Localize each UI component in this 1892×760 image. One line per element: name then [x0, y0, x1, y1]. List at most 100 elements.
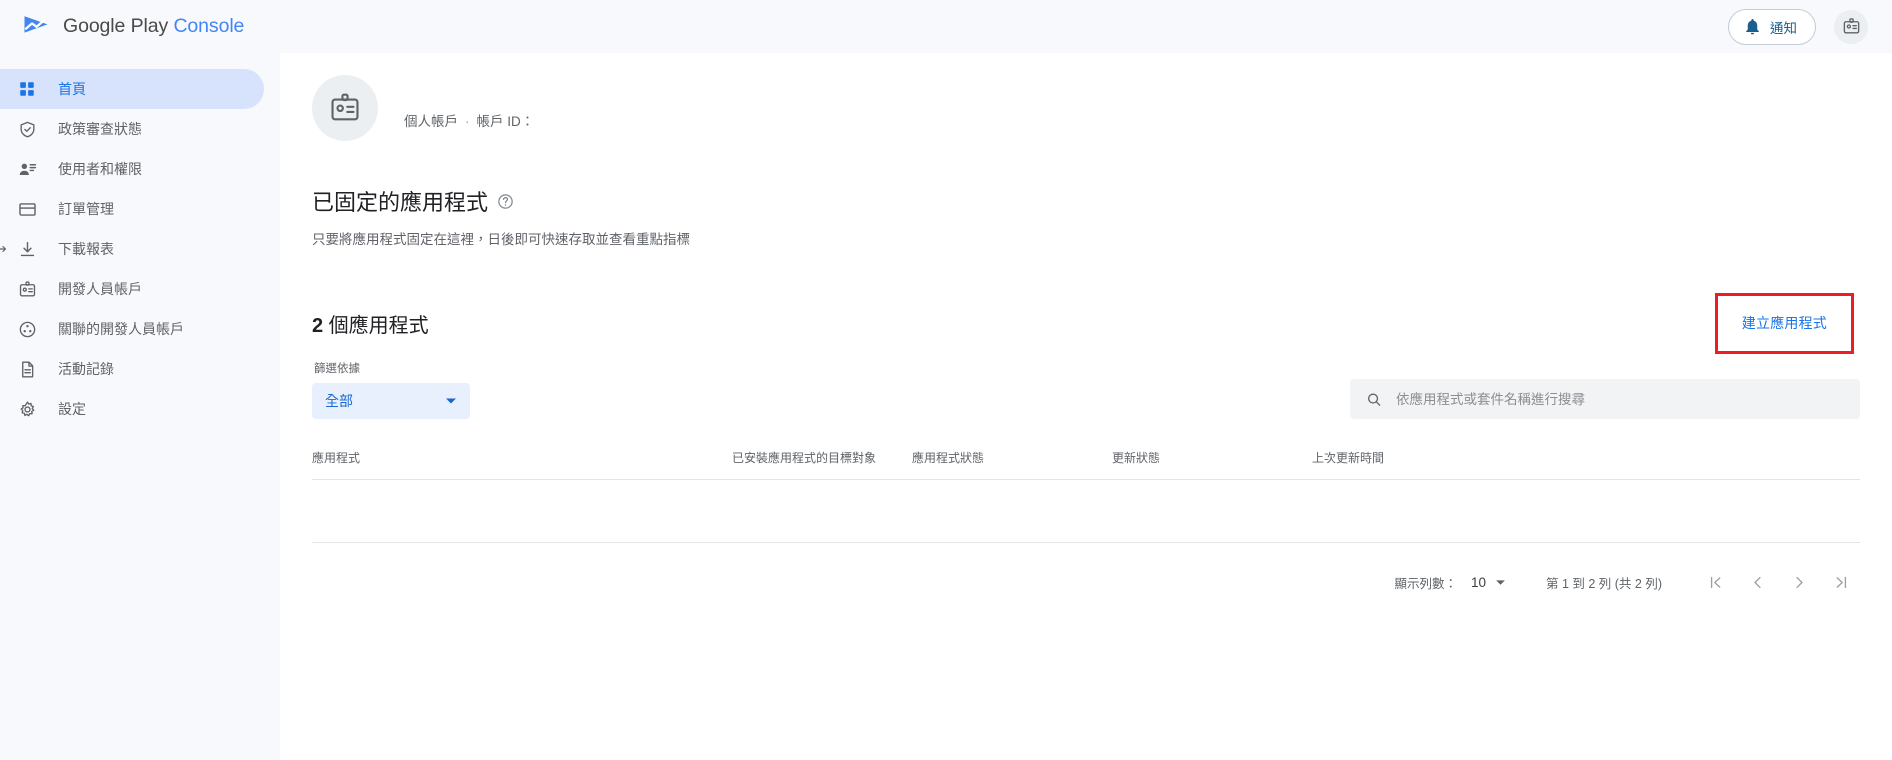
- create-app-highlight: 建立應用程式: [1714, 293, 1854, 354]
- apps-count: 2 個應用程式: [312, 309, 429, 338]
- sidebar-item-developer-account[interactable]: 開發人員帳戶: [0, 269, 264, 309]
- page-title: 已固定的應用程式: [312, 185, 1860, 217]
- sidebar-item-label: 訂單管理: [58, 201, 114, 217]
- brand-text-second: Console: [173, 15, 245, 37]
- column-header-app[interactable]: 應用程式: [312, 449, 732, 480]
- account-meta: 個人帳戶 · 帳戶 ID：: [404, 86, 534, 130]
- apps-table-body: [312, 479, 1860, 543]
- table-cell: [732, 479, 912, 543]
- column-header-last-updated[interactable]: 上次更新時間: [1312, 449, 1860, 480]
- apps-count-number: 2: [312, 315, 324, 337]
- first-page-button[interactable]: [1698, 565, 1732, 599]
- chevron-down-icon: [446, 398, 456, 404]
- sidebar-item-linked-developer-accounts[interactable]: 關聯的開發人員帳戶: [0, 309, 264, 349]
- document-icon: [16, 358, 38, 380]
- first-page-icon: [1710, 576, 1720, 588]
- table-cell: [312, 479, 732, 543]
- last-page-button[interactable]: [1824, 565, 1858, 599]
- notifications-button[interactable]: 通知: [1728, 8, 1816, 45]
- column-header-audience[interactable]: 已安裝應用程式的目標對象: [732, 449, 912, 480]
- filter-value: 全部: [325, 393, 353, 409]
- account-separator: ·: [465, 114, 470, 129]
- brand-logo[interactable]: Google Play Console: [22, 14, 244, 40]
- next-page-button[interactable]: [1782, 565, 1816, 599]
- account-type: 個人帳戶: [404, 114, 458, 129]
- sidebar-item-label: 使用者和權限: [58, 161, 142, 177]
- person-list-icon: [16, 158, 38, 180]
- id-badge-icon: [16, 278, 38, 300]
- table-cell: [1112, 479, 1312, 543]
- filter-select[interactable]: 全部: [312, 383, 470, 419]
- sidebar-item-label: 開發人員帳戶: [58, 281, 142, 297]
- rows-per-page-label: 顯示列數：: [1394, 576, 1457, 591]
- linked-accounts-icon: [16, 318, 38, 340]
- chevron-left-icon: [1753, 576, 1761, 588]
- sidebar-item-label: 政策審查狀態: [58, 121, 142, 137]
- apps-table: 應用程式 已安裝應用程式的目標對象 應用程式狀態 更新狀態 上次更新時間: [312, 449, 1860, 543]
- main-content: 個人帳戶 · 帳戶 ID： 已固定的應用程式 只要將應用程式固定在這裡，日後即可快速…: [280, 53, 1892, 760]
- sidebar-item-users-permissions[interactable]: 使用者和權限: [0, 149, 264, 189]
- shield-check-icon: [16, 118, 38, 140]
- account-header: 個人帳戶 · 帳戶 ID：: [312, 53, 1860, 141]
- apps-count-row: 2 個應用程式 建立應用程式: [312, 293, 1860, 354]
- sidebar-item-home[interactable]: 首頁: [0, 69, 264, 109]
- pinned-apps-section: 已固定的應用程式 只要將應用程式固定在這裡，日後即可快速存取並查看重點指標: [312, 185, 1860, 248]
- sidebar-item-label: 活動記錄: [58, 361, 114, 377]
- apps-table-head: 應用程式 已安裝應用程式的目標對象 應用程式狀態 更新狀態 上次更新時間: [312, 449, 1860, 480]
- previous-page-button[interactable]: [1740, 565, 1774, 599]
- top-bar-actions: 通知: [1728, 8, 1868, 45]
- table-cell: [1312, 479, 1860, 543]
- play-console-logo-icon: [24, 15, 48, 33]
- pinned-apps-title: 已固定的應用程式: [312, 190, 489, 215]
- brand-text: Google Play Console: [63, 15, 244, 38]
- play-console-page: Google Play Console 通知 首頁 政策審查狀態 使用者和權限 …: [0, 0, 1892, 760]
- search-box[interactable]: [1350, 379, 1860, 419]
- top-bar: Google Play Console 通知: [0, 0, 1892, 53]
- sidebar-item-label: 首頁: [58, 81, 86, 97]
- download-icon: [16, 238, 38, 260]
- table-header-row: 應用程式 已安裝應用程式的目標對象 應用程式狀態 更新狀態 上次更新時間: [312, 449, 1860, 480]
- dashboard-grid-icon: [16, 78, 38, 100]
- filter-group: 篩選依據 全部: [312, 360, 470, 419]
- chevron-right-icon: [1795, 576, 1803, 588]
- table-row[interactable]: [312, 479, 1860, 543]
- sidebar-item-settings[interactable]: 設定: [0, 389, 264, 429]
- column-header-app-status[interactable]: 應用程式狀態: [912, 449, 1112, 480]
- sidebar-item-order-management[interactable]: 訂單管理: [0, 189, 264, 229]
- help-circle-icon[interactable]: [497, 193, 514, 210]
- id-badge-icon: [331, 93, 359, 121]
- gear-icon: [16, 398, 38, 420]
- sidebar-item-download-reports[interactable]: 下載報表: [0, 229, 264, 269]
- chevron-down-icon: [1496, 579, 1505, 585]
- pagination: 顯示列數： 10 第 1 到 2 列 (共 2 列): [312, 565, 1860, 599]
- rows-per-page-select[interactable]: 10: [1469, 571, 1508, 594]
- notifications-label: 通知: [1770, 20, 1797, 36]
- rows-per-page-value: 10: [1470, 574, 1486, 590]
- avatar: [312, 75, 378, 141]
- sidebar-item-label: 設定: [58, 401, 86, 417]
- sidebar-item-activity-log[interactable]: 活動記錄: [0, 349, 264, 389]
- pinned-apps-description: 只要將應用程式固定在這裡，日後即可快速存取並查看重點指標: [312, 232, 690, 247]
- bell-icon: [1746, 18, 1759, 35]
- search-icon: [1368, 393, 1381, 406]
- filter-label: 篩選依據: [314, 363, 360, 375]
- pagination-buttons: [1698, 565, 1858, 599]
- sidebar: 首頁 政策審查狀態 使用者和權限 訂單管理 下載報表 開發人員帳戶 關聯的開發人…: [0, 53, 280, 760]
- last-page-icon: [1836, 576, 1846, 588]
- account-id-label: 帳戶 ID：: [476, 114, 535, 129]
- sidebar-item-label: 下載報表: [58, 241, 114, 257]
- filter-search-row: 篩選依據 全部: [312, 360, 1860, 419]
- page-range-label: 第 1 到 2 列 (共 2 列): [1546, 576, 1662, 591]
- sidebar-item-policy-status[interactable]: 政策審查狀態: [0, 109, 264, 149]
- account-badge-icon: [1843, 18, 1859, 34]
- collapse-arrow-icon: [0, 245, 7, 253]
- credit-card-icon: [16, 198, 38, 220]
- brand-text-first: Google Play: [63, 15, 174, 37]
- table-cell: [912, 479, 1112, 543]
- account-badge-button[interactable]: [1834, 9, 1868, 44]
- search-input[interactable]: [1394, 390, 1844, 408]
- apps-count-suffix: 個應用程式: [323, 315, 429, 337]
- sidebar-item-label: 關聯的開發人員帳戶: [58, 321, 184, 337]
- column-header-update-status[interactable]: 更新狀態: [1112, 449, 1312, 480]
- create-app-button[interactable]: 建立應用程式: [1728, 305, 1841, 341]
